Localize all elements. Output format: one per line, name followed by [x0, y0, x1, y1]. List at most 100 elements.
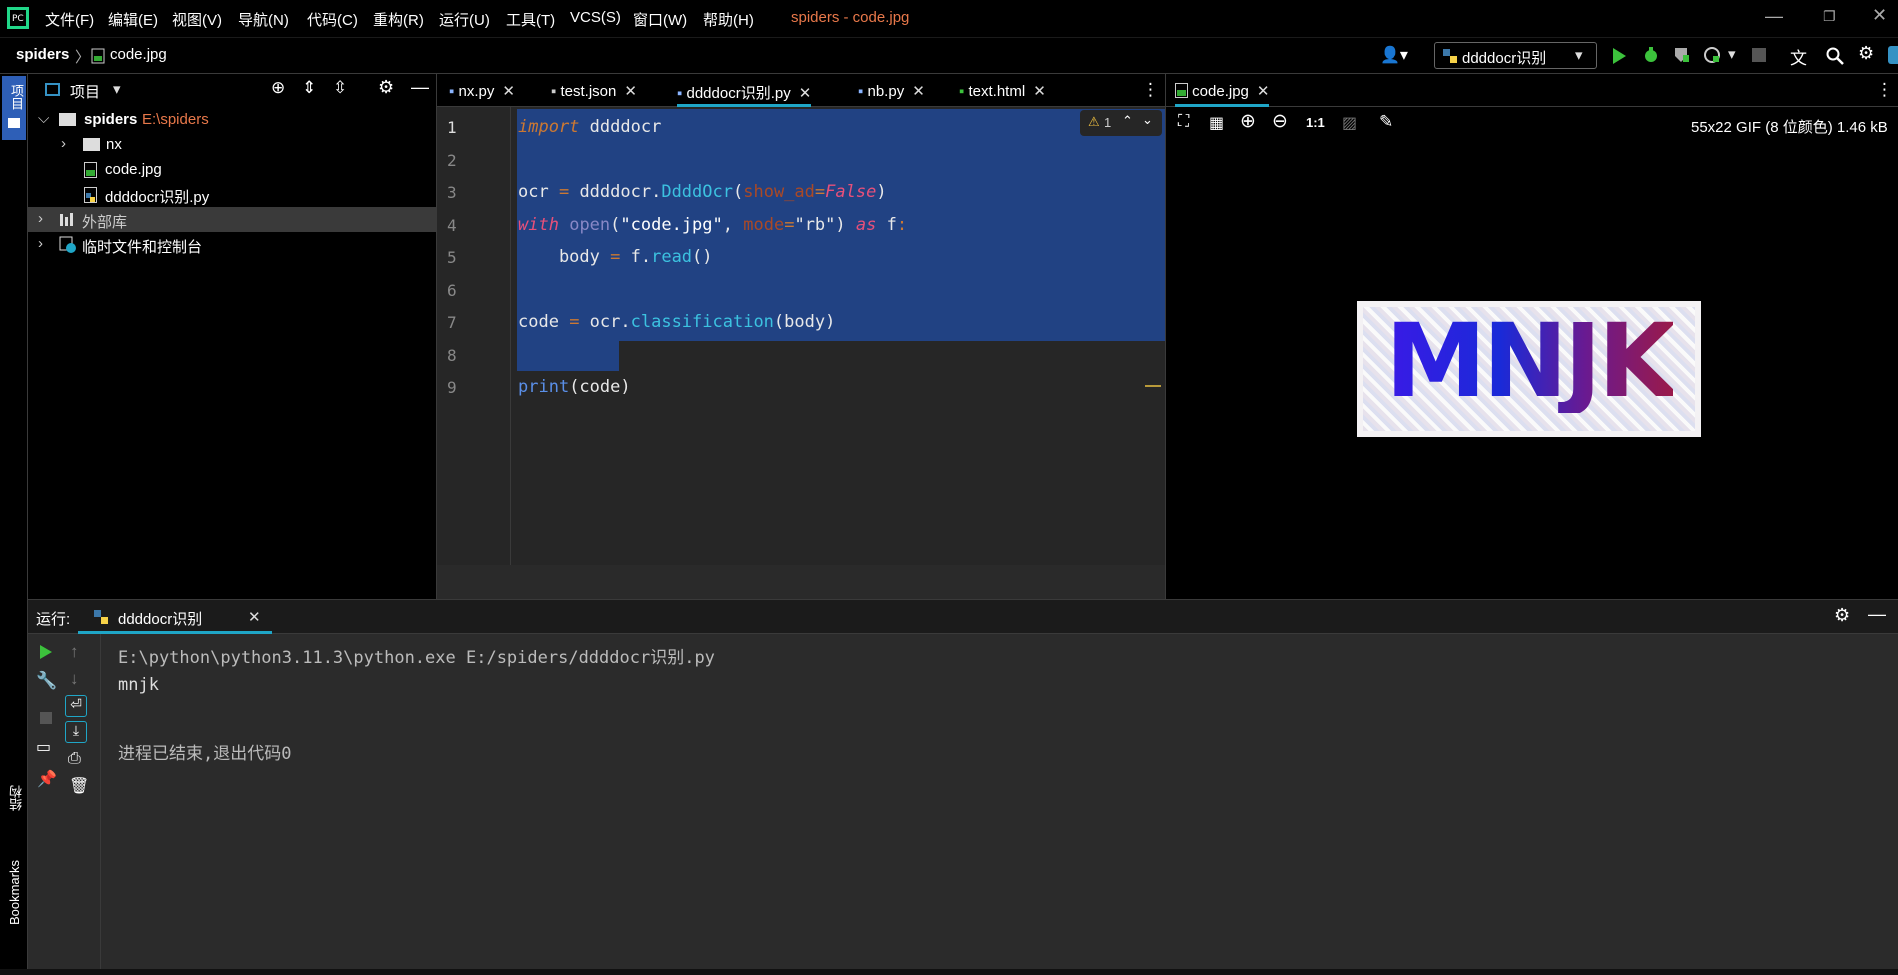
run-panel-label: 运行:	[36, 611, 71, 628]
project-tool-tab[interactable]: 项目	[2, 76, 26, 140]
menu-run[interactable]: 运行(U)	[439, 9, 490, 30]
chevron-right-icon[interactable]: ›	[61, 135, 66, 152]
tab-test-json[interactable]: ▪ test.json ✕	[551, 74, 637, 107]
more-tabs-icon[interactable]: ⋮	[1142, 80, 1159, 100]
code-line-9[interactable]: print(code)	[518, 377, 631, 397]
background-toggle-icon[interactable]: ▨	[1342, 113, 1357, 133]
run-config-selector[interactable]: ddddocr识别 ▾	[1434, 42, 1597, 69]
chevron-right-icon[interactable]: ›	[38, 235, 43, 252]
code-line-4[interactable]: with open("code.jpg", mode="rb") as f:	[518, 215, 907, 235]
close-tab-icon[interactable]: ✕	[248, 608, 261, 626]
menu-file[interactable]: 文件(F)	[45, 9, 94, 30]
down-arrow-icon[interactable]: ↓	[70, 669, 79, 689]
close-tab-icon[interactable]: ✕	[1033, 83, 1046, 100]
tab-text-html[interactable]: ▪ text.html ✕	[959, 74, 1046, 107]
inspection-widget[interactable]: ⚠ 1 ⌃ ⌄	[1080, 110, 1162, 136]
close-window-button[interactable]: ✕	[1872, 5, 1887, 26]
menu-code[interactable]: 代码(C)	[307, 9, 358, 30]
menu-refactor[interactable]: 重构(R)	[373, 9, 424, 30]
run-settings-gear-icon[interactable]: ⚙	[1834, 605, 1850, 626]
menu-edit[interactable]: 编辑(E)	[108, 9, 158, 30]
horizontal-scrollbar[interactable]	[437, 565, 1165, 599]
chevron-right-icon[interactable]: ›	[38, 210, 43, 227]
breadcrumb-file[interactable]: code.jpg	[110, 46, 167, 63]
profile-icon[interactable]	[1703, 46, 1721, 64]
soft-wrap-icon[interactable]: ⏎	[65, 695, 87, 717]
selection-highlight-tail	[517, 341, 619, 371]
trash-icon[interactable]: 🗑	[69, 776, 89, 796]
menu-tools[interactable]: 工具(T)	[506, 9, 555, 30]
project-view-dropdown-icon[interactable]: ▾	[113, 80, 121, 98]
color-picker-icon[interactable]: ✎	[1379, 112, 1393, 132]
structure-tool-tab[interactable]: 结构	[2, 779, 26, 844]
more-run-actions-icon[interactable]: ▾	[1728, 45, 1736, 63]
code-line-5[interactable]: body = f.read()	[518, 247, 713, 267]
run-icon[interactable]	[1611, 47, 1627, 65]
previous-highlight-icon[interactable]: ⌃	[1122, 113, 1133, 129]
coverage-icon[interactable]	[1673, 46, 1691, 64]
close-tab-icon[interactable]: ✕	[799, 85, 812, 102]
code-line-7[interactable]: code = ocr.classification(body)	[518, 312, 835, 332]
menu-view[interactable]: 视图(V)	[172, 9, 222, 30]
fit-to-window-icon[interactable]: ⛶	[1178, 113, 1189, 131]
next-highlight-icon[interactable]: ⌄	[1142, 112, 1153, 128]
hide-panel-icon[interactable]: —	[411, 77, 429, 98]
run-tab-ddddocr[interactable]: ddddocr识别 ✕	[78, 600, 272, 634]
tree-item-spiders[interactable]: ⌵ spiders E:\spiders	[28, 107, 437, 132]
console-output[interactable]: E:\python\python3.11.3\python.exe E:/spi…	[101, 634, 1898, 970]
expand-all-icon[interactable]: ⇕	[302, 78, 316, 98]
zoom-out-icon[interactable]: ⊖	[1272, 110, 1288, 133]
tree-item-ddddocr-py[interactable]: ddddocr识别.py	[28, 182, 437, 207]
code-line-1[interactable]: import ddddocr	[518, 117, 661, 137]
collapse-all-icon[interactable]: ⇳	[333, 78, 347, 98]
up-arrow-icon[interactable]: ↑	[70, 642, 79, 662]
wrench-icon[interactable]: 🔧	[36, 671, 57, 691]
tree-item-nx[interactable]: › nx	[28, 132, 437, 157]
tab-ddddocr-py-active[interactable]: ▪ ddddocr识别.py ✕	[677, 74, 812, 107]
tab-code-jpg[interactable]: code.jpg ✕	[1175, 74, 1270, 107]
menu-vcs[interactable]: VCS(S)	[570, 9, 621, 26]
chevron-expanded-icon[interactable]: ⌵	[38, 110, 49, 127]
tab-nx-py[interactable]: ▪ nx.py ✕	[449, 74, 515, 107]
hide-run-panel-icon[interactable]: —	[1868, 604, 1886, 625]
layout-icon[interactable]: ▭	[36, 737, 51, 757]
bookmarks-tool-tab[interactable]: Bookmarks	[2, 854, 26, 964]
search-icon[interactable]	[1826, 47, 1844, 65]
more-tabs-icon[interactable]: ⋮	[1876, 80, 1893, 100]
restore-button[interactable]: ❐	[1823, 8, 1836, 25]
scroll-to-end-icon[interactable]: ⤓	[65, 721, 87, 743]
debug-icon[interactable]	[1642, 46, 1660, 64]
menu-help[interactable]: 帮助(H)	[703, 9, 754, 30]
close-tab-icon[interactable]: ✕	[624, 83, 637, 100]
tree-item-scratches[interactable]: › 临时文件和控制台	[28, 232, 437, 257]
zoom-in-icon[interactable]: ⊕	[1240, 110, 1256, 133]
line-number: 1	[447, 118, 457, 137]
locate-file-icon[interactable]: ⊕	[271, 78, 285, 98]
rerun-icon[interactable]	[39, 644, 53, 660]
translate-icon[interactable]: 文	[1790, 44, 1807, 69]
close-tab-icon[interactable]: ✕	[502, 83, 515, 100]
print-icon[interactable]: ⎙	[68, 750, 81, 768]
stop-icon[interactable]	[40, 712, 52, 724]
user-account-icon[interactable]: 👤▾	[1380, 45, 1408, 65]
grid-icon[interactable]: ▦	[1209, 113, 1224, 133]
minimize-button[interactable]: —	[1765, 6, 1783, 27]
menu-navigate[interactable]: 导航(N)	[238, 9, 289, 30]
tree-item-external-libraries[interactable]: › 外部库	[28, 207, 437, 232]
close-tab-icon[interactable]: ✕	[912, 83, 925, 100]
settings-gear-icon[interactable]: ⚙	[1858, 43, 1874, 64]
panel-options-gear-icon[interactable]: ⚙	[378, 77, 394, 98]
code-line-3[interactable]: ocr = ddddocr.DdddOcr(show_ad=False)	[518, 182, 887, 202]
close-tab-icon[interactable]: ✕	[1257, 83, 1270, 100]
actual-size-button[interactable]: 1:1	[1306, 115, 1325, 130]
project-panel-title[interactable]: 项目	[70, 81, 100, 102]
library-icon	[60, 213, 73, 226]
stop-icon[interactable]	[1752, 48, 1766, 62]
error-stripe-marker[interactable]	[1145, 385, 1161, 387]
menu-window[interactable]: 窗口(W)	[633, 9, 687, 30]
breadcrumb-root[interactable]: spiders	[16, 46, 69, 63]
tree-item-code-jpg[interactable]: code.jpg	[28, 157, 437, 182]
pin-icon[interactable]: 📌	[37, 769, 57, 789]
tab-nb-py[interactable]: ▪ nb.py ✕	[858, 74, 925, 107]
plugin-icon[interactable]	[1888, 46, 1898, 64]
